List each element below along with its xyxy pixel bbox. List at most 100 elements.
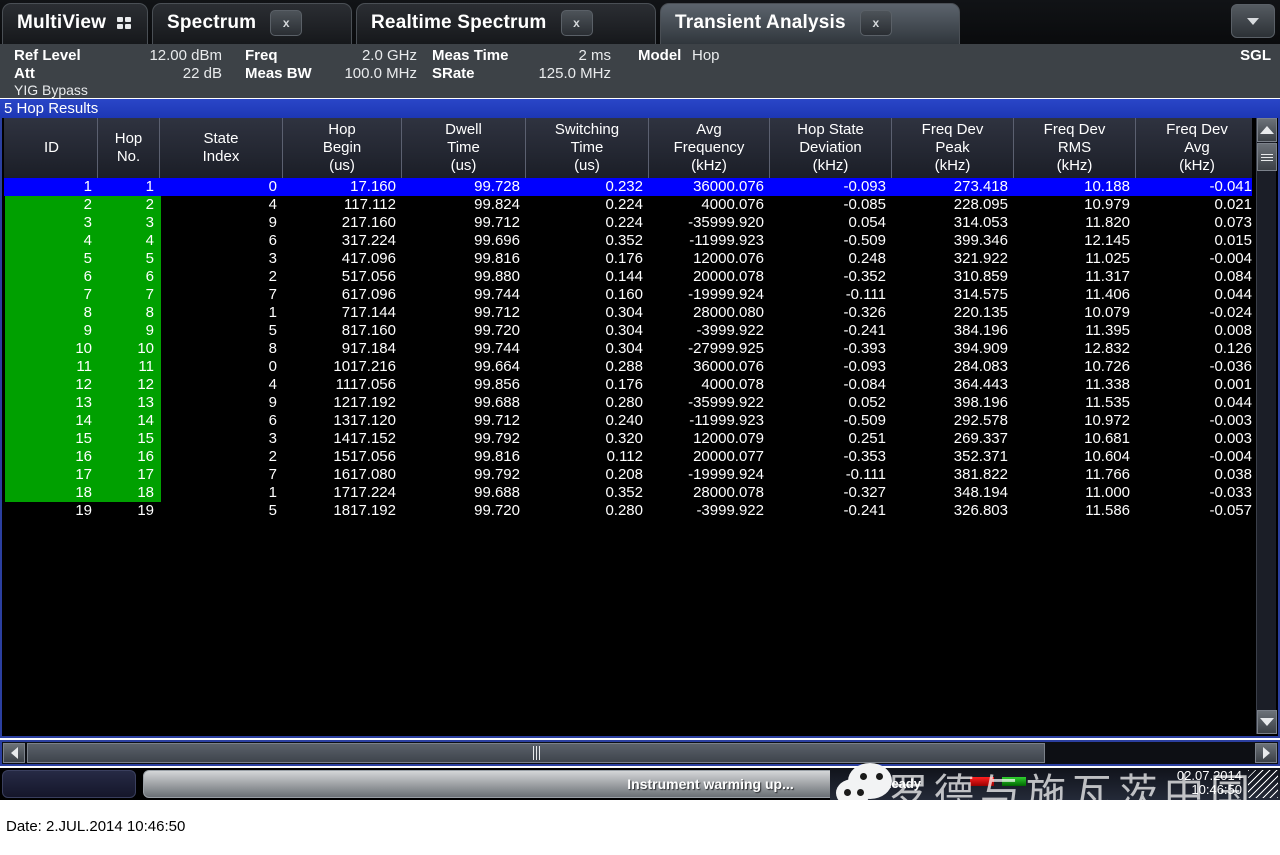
cell-fd-avg: -0.024 [1209,304,1252,321]
scroll-up-button[interactable] [1257,118,1277,142]
close-icon[interactable]: x [859,10,892,36]
cell-id: 17 [75,466,92,483]
att-value[interactable]: 22 dB [82,65,222,82]
column-header-hop-begin[interactable]: Hop Begin (us) [283,118,402,178]
model-value[interactable]: Hop [692,47,772,64]
cell-state-idx: 1 [268,484,277,501]
column-header-switching[interactable]: Switching Time (us) [526,118,649,178]
table-row[interactable]: 5 5 3 417.096 99.816 0.176 12000.076 0.248 321.9… [4,250,1252,268]
table-row[interactable]: 10 10 8 917.184 99.744 0.304 -27999.925 -0.393 3… [4,340,1252,358]
cell-fd-rms: 10.681 [1084,430,1130,447]
cell-hop-no: 5 [145,250,154,267]
tab-menu-button[interactable] [1231,4,1275,38]
cell-fd-peak: 314.575 [953,286,1008,303]
ref-level-value[interactable]: 12.00 dBm [82,47,222,64]
cell-dwell: 99.688 [474,394,520,411]
tab-realtime-spectrum[interactable]: Realtime Spectrum x [356,3,656,44]
close-icon[interactable]: x [270,10,303,36]
cell-hop-begin: 1017.216 [333,358,396,375]
cell-fd-avg: 0.001 [1214,376,1252,393]
cell-hop-begin: 117.112 [344,196,396,213]
cell-fd-avg: -0.057 [1209,502,1252,519]
table-row[interactable]: 7 7 7 617.096 99.744 0.160 -19999.924 -0.111 314… [4,286,1252,304]
cell-fd-peak: 352.371 [953,448,1008,465]
cell-fd-avg: -0.004 [1209,448,1252,465]
date-footer: Date: 2.JUL.2014 10:46:50 [0,800,1280,855]
status-date: 02.07.2014 [1176,768,1242,783]
cell-dwell: 99.824 [474,196,520,213]
table-row[interactable]: 2 2 4 117.112 99.824 0.224 4000.076 -0.085 228.0… [4,196,1252,214]
freq-value[interactable]: 2.0 GHz [245,47,417,64]
cell-hop-dev: -0.111 [845,286,886,303]
cell-hop-dev: -0.326 [843,304,886,321]
resize-grip-icon[interactable] [1248,770,1278,798]
table-row[interactable]: 1 1 0 17.160 99.728 0.232 36000.076 -0.093 273.4… [4,178,1252,196]
tab-transient-analysis-label: Transient Analysis [675,12,846,33]
cell-avg-freq: 20000.077 [693,448,764,465]
table-row[interactable]: 12 12 4 1117.056 99.856 0.176 4000.078 -0.084 36… [4,376,1252,394]
cell-fd-peak: 326.803 [953,502,1008,519]
cell-fd-rms: 10.079 [1084,304,1130,321]
cell-state-idx: 0 [268,178,277,195]
cell-fd-peak: 269.337 [953,430,1008,447]
table-row[interactable]: 3 3 9 217.160 99.712 0.224 -35999.920 0.054 314.… [4,214,1252,232]
cell-switching: 0.112 [606,448,643,465]
column-header-avg-freq[interactable]: Avg Frequency (kHz) [649,118,770,178]
column-header-fd-rms[interactable]: Freq Dev RMS (kHz) [1014,118,1136,178]
table-row[interactable]: 13 13 9 1217.192 99.688 0.280 -35999.922 0.052 3… [4,394,1252,412]
led-red-icon [970,777,994,786]
column-header-id[interactable]: ID [6,118,98,178]
column-header-hop-dev[interactable]: Hop State Deviation (kHz) [770,118,892,178]
tab-spectrum[interactable]: Spectrum x [152,3,352,44]
column-header-fd-peak[interactable]: Freq Dev Peak (kHz) [892,118,1014,178]
tab-transient-analysis[interactable]: Transient Analysis x [660,3,960,44]
table-row[interactable]: 4 4 6 317.224 99.696 0.352 -11999.923 -0.509 399… [4,232,1252,250]
column-header-hop-no[interactable]: Hop No. [98,118,160,178]
tab-multiview[interactable]: MultiView [2,3,148,44]
cell-state-idx: 6 [268,232,277,249]
table-row[interactable]: 14 14 6 1317.120 99.712 0.240 -11999.923 -0.509… [4,412,1252,430]
table-row[interactable]: 17 17 7 1617.080 99.792 0.208 -19999.924 -0.111… [4,466,1252,484]
cell-fd-peak: 228.095 [953,196,1008,213]
chevron-down-icon [1247,17,1259,25]
cell-hop-begin: 1617.080 [333,466,396,483]
table-row[interactable]: 8 8 1 717.144 99.712 0.304 28000.080 -0.326 220.… [4,304,1252,322]
cell-fd-avg: -0.041 [1209,178,1252,195]
cell-state-idx: 2 [268,268,277,285]
meas-bw-value[interactable]: 100.0 MHz [245,65,417,82]
table-body[interactable]: 1 1 0 17.160 99.728 0.232 36000.076 -0.093 273.4… [4,178,1252,734]
table-row[interactable]: 18 18 1 1717.224 99.688 0.352 28000.078 -0.327 3… [4,484,1252,502]
softkey-placeholder[interactable] [2,770,136,798]
ready-indicator: Ready [882,776,922,791]
close-icon[interactable]: x [560,10,593,36]
cell-fd-peak: 381.822 [953,466,1008,483]
table-row[interactable]: 9 9 5 817.160 99.720 0.304 -3999.922 -0.241 384.… [4,322,1252,340]
column-header-dwell[interactable]: Dwell Time (us) [402,118,526,178]
cell-hop-no: 6 [145,268,154,285]
scroll-left-button[interactable] [3,743,25,763]
scroll-down-button[interactable] [1257,710,1277,734]
cell-hop-dev: -0.241 [843,502,886,519]
cell-id: 1 [83,178,92,195]
cell-hop-begin: 17.160 [350,178,396,195]
table-row[interactable]: 19 19 5 1817.192 99.720 0.280 -3999.922 -0.241 3… [4,502,1252,520]
horizontal-scrollbar[interactable] [0,740,1280,766]
table-row[interactable]: 15 15 3 1417.152 99.792 0.320 12000.079 0.251 26… [4,430,1252,448]
cell-id: 8 [83,304,92,321]
vertical-scrollbar-thumb[interactable] [1257,143,1277,171]
cell-id: 18 [75,484,92,501]
table-row[interactable]: 6 6 2 517.056 99.880 0.144 20000.078 -0.352 310.… [4,268,1252,286]
table-row[interactable]: 11 11 0 1017.216 99.664 0.288 36000.076 -0.093 2… [4,358,1252,376]
cell-avg-freq: -35999.922 [688,394,764,411]
yig-bypass-label: YIG Bypass [14,82,88,98]
meas-time-value[interactable]: 2 ms [432,47,611,64]
column-header-fd-avg[interactable]: Freq Dev Avg (kHz) [1136,118,1258,178]
horizontal-scrollbar-thumb[interactable] [27,743,1045,763]
cell-fd-avg: -0.033 [1209,484,1252,501]
srate-value[interactable]: 125.0 MHz [432,65,611,82]
cell-avg-freq: 20000.078 [693,268,764,285]
table-row[interactable]: 16 16 2 1517.056 99.816 0.112 20000.077 -0.353 3… [4,448,1252,466]
vertical-scrollbar[interactable] [1256,118,1277,734]
scroll-right-button[interactable] [1255,743,1277,763]
column-header-state-idx[interactable]: State Index [160,118,283,178]
